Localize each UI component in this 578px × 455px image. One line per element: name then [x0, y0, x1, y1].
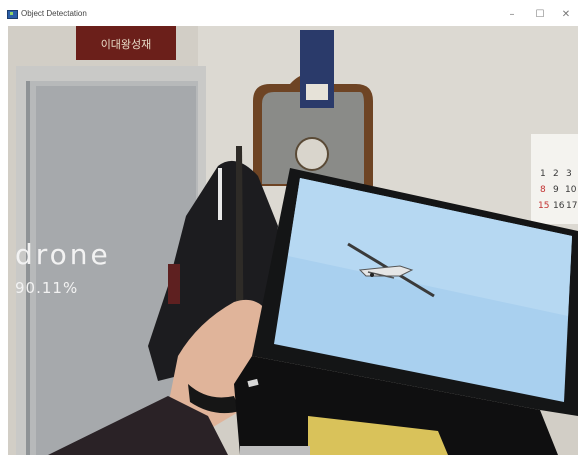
detection-confidence: 90.11%	[15, 279, 79, 297]
camera-feed: 이대왕성재 1 2 3 8 9 10 15 16 17 drone 90.11%	[8, 26, 578, 455]
svg-text:9: 9	[553, 185, 559, 195]
app-icon	[7, 10, 18, 19]
detection-label: drone	[15, 238, 111, 271]
app-window: Object Detectation – ☐ ✕ 이대왕성재 1 2 3 8 9…	[0, 0, 578, 455]
window-title: Object Detectation	[21, 9, 87, 18]
close-button[interactable]: ✕	[554, 6, 578, 22]
svg-text:3: 3	[566, 169, 572, 179]
svg-text:10: 10	[565, 185, 577, 195]
title-bar: Object Detectation – ☐ ✕	[0, 0, 578, 28]
svg-text:8: 8	[540, 185, 546, 195]
svg-text:1: 1	[540, 169, 546, 179]
svg-text:2: 2	[553, 169, 559, 179]
svg-text:15: 15	[538, 201, 549, 211]
svg-text:17: 17	[566, 201, 577, 211]
maximize-button[interactable]: ☐	[528, 6, 552, 22]
wall-clock	[295, 137, 329, 171]
svg-text:16: 16	[553, 201, 565, 211]
wall-sign-text: 이대왕성재	[101, 38, 152, 51]
minimize-button[interactable]: –	[500, 6, 524, 22]
